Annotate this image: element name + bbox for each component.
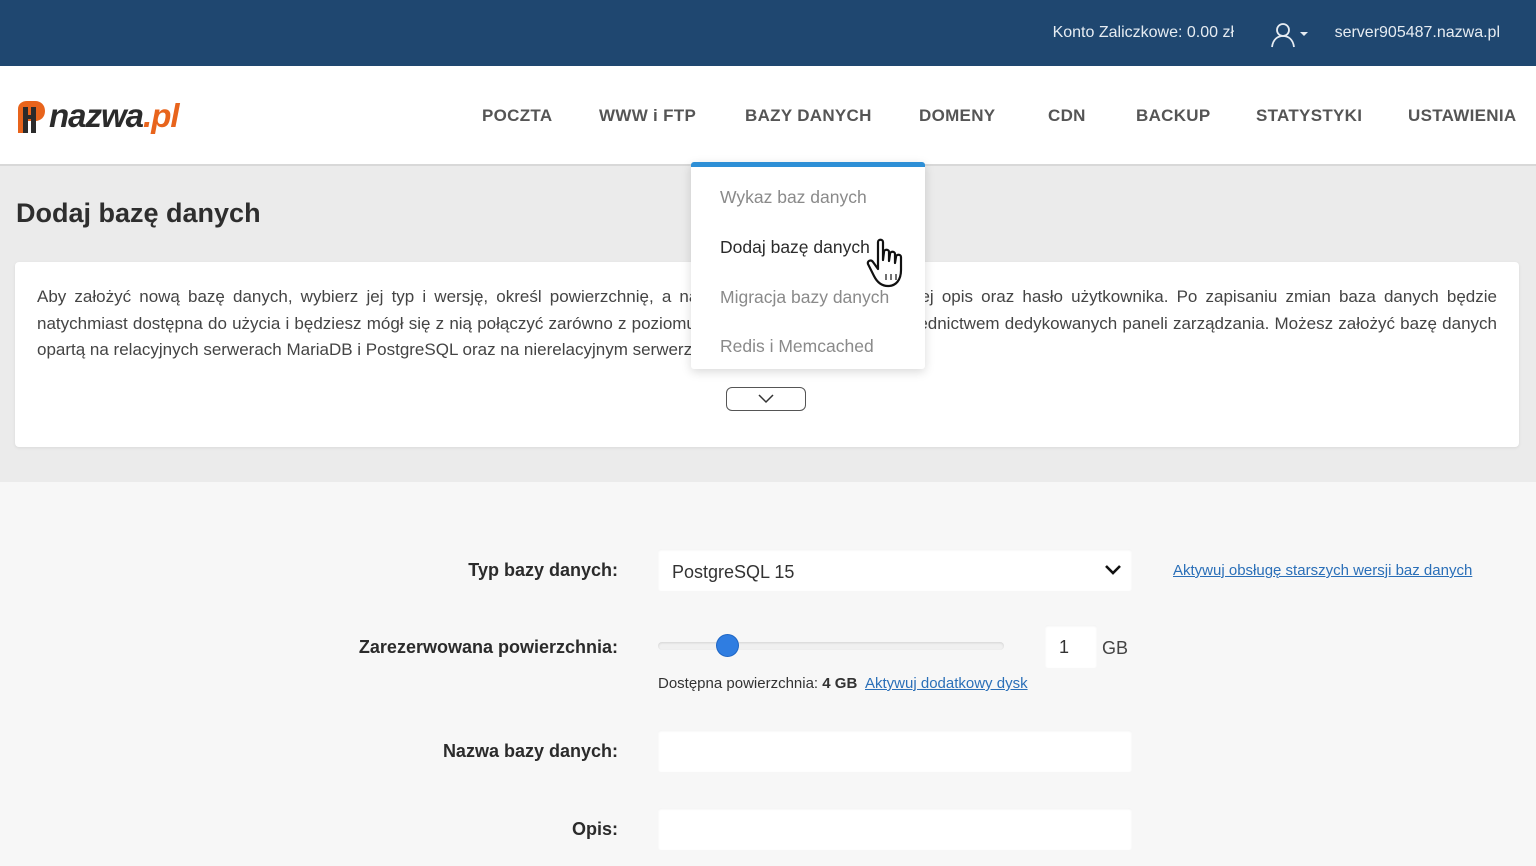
- logo[interactable]: nazwa.pl: [15, 97, 195, 137]
- nav-ustawienia[interactable]: USTAWIENIA: [1408, 106, 1516, 126]
- db-type-select[interactable]: PostgreSQL 15: [658, 549, 1132, 591]
- nav-www-ftp[interactable]: WWW i FTP: [599, 106, 696, 126]
- dropdown-item-dodaj[interactable]: Dodaj bazę danych: [720, 237, 870, 258]
- description-input[interactable]: [658, 808, 1132, 850]
- logo-tld: .pl: [143, 97, 179, 134]
- hand-cursor-icon: [866, 238, 903, 288]
- nav-cdn[interactable]: CDN: [1048, 106, 1086, 126]
- size-input[interactable]: 1: [1045, 625, 1097, 668]
- account-balance[interactable]: Konto Zaliczkowe: 0.00 zł: [1053, 24, 1234, 42]
- dropdown-item-wykaz[interactable]: Wykaz baz danych: [720, 187, 867, 208]
- logo-icon: [18, 101, 45, 133]
- available-label: Dostępna powierzchnia:: [658, 675, 819, 692]
- page-title: Dodaj bazę danych: [16, 198, 261, 228]
- legacy-versions-link[interactable]: Aktywuj obsługę starszych wersji baz dan…: [1173, 562, 1472, 579]
- db-type-label: Typ bazy danych:: [468, 560, 618, 580]
- top-bar: Konto Zaliczkowe: 0.00 zł server905487.n…: [0, 0, 1536, 66]
- logo-name: nazwa: [49, 97, 144, 134]
- available-space: Dostępna powierzchnia: 4 GB: [658, 675, 857, 692]
- dropdown-item-redis[interactable]: Redis i Memcached: [720, 336, 874, 357]
- dropdown-item-migracja[interactable]: Migracja bazy danych: [720, 287, 889, 308]
- db-name-label: Nazwa bazy danych:: [442, 741, 618, 761]
- main-navbar: nazwa.pl POCZTA WWW i FTP BAZY DANYCH DO…: [0, 66, 1536, 166]
- logo-text: nazwa.pl: [49, 97, 180, 135]
- server-name[interactable]: server905487.nazwa.pl: [1335, 24, 1500, 42]
- nav-statystyki[interactable]: STATYSTYKI: [1256, 106, 1362, 126]
- size-slider-track[interactable]: [658, 642, 1004, 650]
- chevron-down-icon: [1105, 565, 1121, 575]
- size-unit: GB: [1102, 638, 1129, 658]
- nav-backup[interactable]: BACKUP: [1136, 106, 1211, 126]
- size-label: Zarezerwowana powierzchnia:: [358, 637, 618, 657]
- form-area: Typ bazy danych: PostgreSQL 15 Aktywuj o…: [0, 482, 1536, 866]
- nav-poczta[interactable]: POCZTA: [482, 106, 552, 126]
- additional-disk-link[interactable]: Aktywuj dodatkowy dysk: [865, 675, 1028, 692]
- user-menu-icon[interactable]: [1270, 22, 1310, 48]
- db-name-input[interactable]: [658, 730, 1132, 772]
- nav-domeny[interactable]: DOMENY: [919, 106, 995, 126]
- available-value: 4 GB: [822, 675, 858, 692]
- nav-bazy-danych[interactable]: BAZY DANYCH: [745, 106, 872, 126]
- chevron-down-icon: [758, 394, 774, 404]
- size-slider-thumb[interactable]: [716, 635, 738, 656]
- expand-button[interactable]: [726, 387, 806, 411]
- db-type-value: PostgreSQL 15: [672, 562, 795, 582]
- description-label: Opis:: [571, 819, 618, 839]
